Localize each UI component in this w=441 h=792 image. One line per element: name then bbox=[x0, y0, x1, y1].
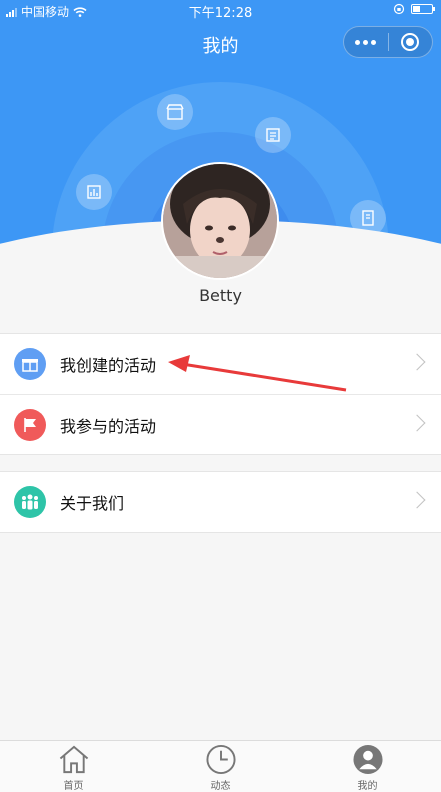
people-icon bbox=[14, 486, 46, 518]
tab-label: 动态 bbox=[210, 781, 231, 792]
menu-item-label: 我参与的活动 bbox=[60, 416, 157, 436]
news-icon bbox=[255, 117, 291, 153]
tab-bar: 首页 动态 我的 bbox=[0, 740, 441, 792]
menu-item-about-us[interactable]: 关于我们 bbox=[0, 472, 441, 532]
menu-item-label: 我创建的活动 bbox=[60, 356, 157, 375]
miniprogram-capsule bbox=[343, 26, 433, 58]
flag-icon bbox=[14, 408, 46, 441]
clock-icon bbox=[205, 744, 236, 775]
more-button[interactable] bbox=[344, 27, 388, 57]
annotation-arrow-icon bbox=[168, 355, 347, 392]
tab-label: 我的 bbox=[357, 781, 378, 792]
tab-feed[interactable]: 动态 bbox=[147, 741, 294, 792]
chevron-right-icon bbox=[408, 414, 426, 432]
more-icon bbox=[355, 39, 377, 45]
chevron-right-icon bbox=[408, 353, 426, 371]
status-time: 下午12:28 bbox=[188, 6, 253, 21]
avatar[interactable] bbox=[161, 162, 279, 280]
menu-group-about: 关于我们 bbox=[0, 471, 441, 533]
user-icon bbox=[352, 744, 383, 775]
close-button[interactable] bbox=[389, 27, 433, 57]
home-icon bbox=[59, 745, 88, 774]
battery-icon bbox=[411, 4, 435, 14]
tab-home[interactable]: 首页 bbox=[0, 741, 147, 792]
menu-item-label: 关于我们 bbox=[60, 494, 125, 513]
username: Betty bbox=[199, 286, 242, 305]
tab-label: 首页 bbox=[63, 781, 84, 792]
status-bar: 中国移动 下午12:28 bbox=[0, 0, 441, 21]
chart-icon bbox=[76, 174, 112, 210]
close-circle-icon bbox=[401, 33, 420, 51]
menu-item-joined-activities[interactable]: 我参与的活动 bbox=[0, 394, 441, 454]
tab-mine[interactable]: 我的 bbox=[294, 741, 441, 792]
rotation-lock-icon bbox=[393, 3, 405, 15]
gift-icon bbox=[14, 348, 46, 380]
shop-icon bbox=[157, 94, 193, 130]
chevron-right-icon bbox=[408, 491, 426, 509]
